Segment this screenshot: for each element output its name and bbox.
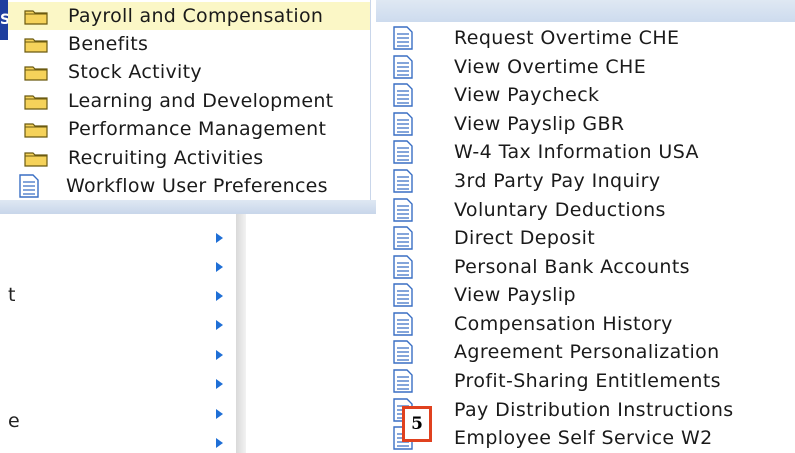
menu-item-learning-and-development[interactable]: Learning and Development	[8, 87, 370, 115]
folder-icon	[20, 6, 54, 26]
document-icon	[390, 83, 424, 107]
submenu-item-label: View Overtime CHE	[454, 56, 647, 78]
submenu-item-employee-self-service-w2[interactable]: Employee Self Service W2	[376, 424, 795, 452]
submenu-item-label: View Paycheck	[454, 84, 600, 106]
expand-arrow-icon[interactable]	[216, 262, 223, 272]
submenu-item-label: Profit-Sharing Entitlements	[454, 370, 721, 392]
document-icon	[16, 174, 50, 198]
expand-arrow-icon[interactable]	[216, 320, 223, 330]
menu-item-benefits[interactable]: Benefits	[8, 30, 370, 58]
expand-arrow-icon[interactable]	[216, 350, 223, 360]
menu-item-label: Recruiting Activities	[68, 147, 264, 169]
submenu-item-label: W-4 Tax Information USA	[454, 141, 699, 163]
expand-arrow-icon[interactable]	[216, 379, 223, 389]
folder-icon	[20, 91, 54, 111]
menu-item-label: Benefits	[68, 33, 149, 55]
menu-item-recruiting-activities[interactable]: Recruiting Activities	[8, 144, 370, 172]
menu-item-label: Payroll and Compensation	[68, 5, 324, 27]
submenu-item-label: 3rd Party Pay Inquiry	[454, 170, 661, 192]
submenu-item-view-payslip-gbr[interactable]: View Payslip GBR	[376, 110, 795, 138]
document-icon	[390, 169, 424, 193]
submenu-item-label: Employee Self Service W2	[454, 427, 713, 449]
submenu-item-label: Voluntary Deductions	[454, 199, 666, 221]
submenu-item-view-overtime-che[interactable]: View Overtime CHE	[376, 53, 795, 81]
document-icon	[390, 340, 424, 364]
submenu-item-agreement-personalization[interactable]: Agreement Personalization	[376, 338, 795, 366]
document-icon	[390, 26, 424, 50]
submenu-item-request-overtime-che[interactable]: Request Overtime CHE	[376, 24, 795, 52]
submenu-item-view-paycheck[interactable]: View Paycheck	[376, 81, 795, 109]
menu-bottom-edge	[0, 200, 376, 214]
submenu-item-3rd-party-pay-inquiry[interactable]: 3rd Party Pay Inquiry	[376, 167, 795, 195]
background-text-fragment: e	[8, 410, 20, 432]
expand-arrow-icon[interactable]	[216, 291, 223, 301]
document-icon	[390, 226, 424, 250]
expand-arrow-icon[interactable]	[216, 438, 223, 448]
folder-icon	[20, 34, 54, 54]
submenu-item-view-payslip[interactable]: View Payslip	[376, 281, 795, 309]
document-icon	[390, 255, 424, 279]
submenu-item-label: Personal Bank Accounts	[454, 256, 690, 278]
menu-item-label: Learning and Development	[68, 90, 334, 112]
submenu-item-w4-tax-information-usa[interactable]: W-4 Tax Information USA	[376, 138, 795, 166]
submenu-item-profit-sharing-entitlements[interactable]: Profit-Sharing Entitlements	[376, 367, 795, 395]
expand-arrow-icon[interactable]	[216, 233, 223, 243]
submenu-item-label: Agreement Personalization	[454, 341, 720, 363]
document-icon	[390, 55, 424, 79]
folder-icon	[20, 62, 54, 82]
submenu-item-label: Compensation History	[454, 313, 673, 335]
document-icon	[390, 112, 424, 136]
submenu-item-voluntary-deductions[interactable]: Voluntary Deductions	[376, 196, 795, 224]
folder-icon	[20, 148, 54, 168]
submenu-item-personal-bank-accounts[interactable]: Personal Bank Accounts	[376, 253, 795, 281]
submenu-item-label: View Payslip GBR	[454, 113, 625, 135]
menu-item-label: Workflow User Preferences	[66, 175, 328, 197]
background-page	[0, 214, 376, 453]
corner-tab[interactable]: S	[0, 0, 8, 40]
document-icon	[390, 283, 424, 307]
submenu-item-direct-deposit[interactable]: Direct Deposit	[376, 224, 795, 252]
payroll-submenu: Request Overtime CHE View Overtime CHE V…	[376, 0, 795, 453]
corner-tab-label: S	[0, 12, 8, 28]
menu-item-label: Performance Management	[68, 118, 327, 140]
folder-icon	[20, 119, 54, 139]
document-icon	[390, 198, 424, 222]
document-icon	[390, 369, 424, 393]
submenu-top-edge	[376, 0, 795, 22]
submenu-item-label: View Payslip	[454, 284, 576, 306]
menu-item-label: Stock Activity	[68, 61, 202, 83]
menu-item-stock-activity[interactable]: Stock Activity	[8, 58, 370, 86]
document-icon	[390, 140, 424, 164]
submenu-item-label: Direct Deposit	[454, 227, 596, 249]
submenu-item-pay-distribution-instructions[interactable]: Pay Distribution Instructions	[376, 396, 795, 424]
pane-divider	[236, 214, 246, 453]
menu-item-performance-management[interactable]: Performance Management	[8, 115, 370, 143]
left-menu: Payroll and Compensation Benefits Stock …	[8, 0, 371, 200]
background-text-fragment: t	[8, 284, 16, 306]
submenu-item-compensation-history[interactable]: Compensation History	[376, 310, 795, 338]
step-number-badge: 5	[402, 406, 432, 442]
menu-item-workflow-user-preferences[interactable]: Workflow User Preferences	[8, 172, 370, 200]
menu-item-payroll-and-compensation[interactable]: Payroll and Compensation	[8, 2, 370, 30]
document-icon	[390, 312, 424, 336]
submenu-item-label: Request Overtime CHE	[454, 27, 680, 49]
submenu-item-label: Pay Distribution Instructions	[454, 399, 734, 421]
expand-arrow-icon[interactable]	[216, 409, 223, 419]
